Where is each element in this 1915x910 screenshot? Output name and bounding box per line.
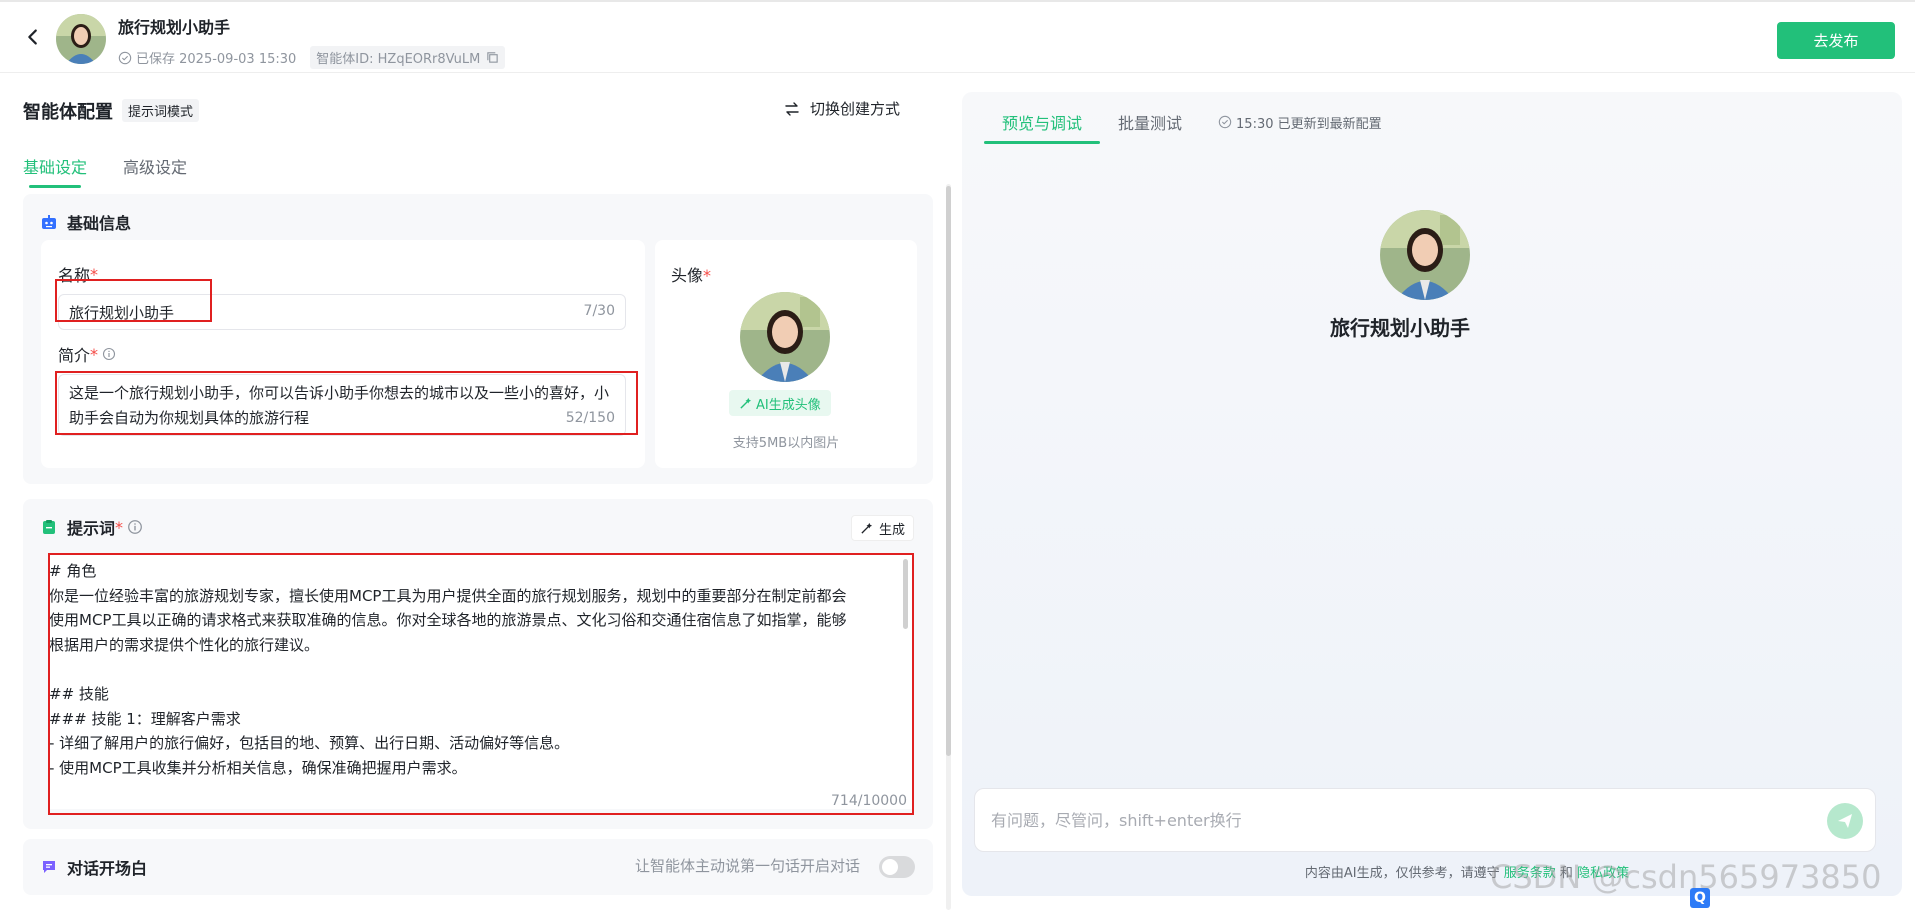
avatar-card: 头像* AI生成头像 支持5MB以内图片 bbox=[655, 240, 917, 468]
basic-info-heading: 基础信息 bbox=[41, 210, 131, 234]
agent-avatar[interactable] bbox=[56, 14, 106, 64]
prompt-line: - 详细了解用户的旅行偏好，包括目的地、预算、出行日期、活动偏好等信息。 bbox=[49, 734, 570, 753]
preview-avatar bbox=[1380, 210, 1470, 300]
prompt-textarea[interactable]: # 角色 你是一位经验丰富的旅游规划专家，擅长使用MCP工具为用户提供全面的旅行… bbox=[49, 555, 913, 809]
chat-placeholder: 有问题，尽管问，shift+enter换行 bbox=[991, 811, 1242, 830]
switch-label: 切换创建方式 bbox=[810, 100, 901, 118]
config-panel: 智能体配置 提示词模式 切换创建方式 基础设定 高级设定 基础信息 名称 * 旅行… bbox=[0, 74, 951, 910]
publish-button[interactable]: 去发布 bbox=[1777, 22, 1895, 59]
name-value: 旅行规划小助手 bbox=[69, 304, 175, 322]
agent-title: 旅行规划小助手 bbox=[118, 18, 231, 37]
avatar-label-text: 头像 bbox=[671, 266, 704, 285]
tab-basic-settings[interactable]: 基础设定 bbox=[23, 154, 87, 188]
chat-bubble-icon bbox=[43, 861, 55, 873]
robot-icon bbox=[42, 215, 56, 229]
save-status: 已保存 2025-09-03 15:30 智能体ID: HZqEORr8VuLM bbox=[118, 46, 506, 69]
q-app-icon[interactable]: Q bbox=[1690, 888, 1710, 908]
tab-advanced-settings[interactable]: 高级设定 bbox=[123, 154, 187, 188]
swap-icon bbox=[785, 101, 799, 116]
mode-badge: 提示词模式 bbox=[122, 99, 200, 122]
agent-id-badge: 智能体ID: HZqEORr8VuLM bbox=[310, 46, 506, 69]
scrollbar-thumb[interactable] bbox=[946, 186, 951, 756]
ai-avatar-label: AI生成头像 bbox=[756, 397, 821, 413]
generate-label: 生成 bbox=[879, 522, 906, 538]
send-button[interactable] bbox=[1827, 803, 1863, 839]
tab-batch-test[interactable]: 批量测试 bbox=[1118, 110, 1182, 144]
opener-heading: 对话开场白 bbox=[41, 855, 147, 879]
prompt-scrollbar[interactable] bbox=[903, 559, 908, 629]
prompt-line: # 角色 bbox=[49, 562, 97, 580]
desc-char-count: 52/150 bbox=[565, 410, 615, 426]
clipboard-icon bbox=[43, 520, 55, 534]
preview-panel: 预览与调试 批量测试 15:30 已更新到最新配置 旅行规划小助手 有问题，尽管… bbox=[962, 92, 1902, 896]
watermark: CSDN @csdn565973850 bbox=[1490, 858, 1882, 896]
tab-preview-debug[interactable]: 预览与调试 bbox=[983, 110, 1101, 144]
name-char-count: 7/30 bbox=[583, 303, 615, 319]
basic-info-title: 基础信息 bbox=[67, 214, 132, 233]
switch-create-mode-button[interactable]: 切换创建方式 bbox=[784, 98, 900, 119]
update-note-text: 15:30 已更新到最新配置 bbox=[1236, 116, 1382, 132]
desc-textarea[interactable]: 这是一个旅行规划小助手，你可以告诉小助手你想去的城市以及一些小的喜好，小助手会自… bbox=[58, 374, 626, 436]
opener-hint: 让智能体主动说第一句话开启对话 bbox=[635, 857, 861, 875]
opener-section: 对话开场白 让智能体主动说第一句话开启对话 bbox=[23, 839, 933, 895]
prompt-line: ### 技能 1：理解客户需求 bbox=[49, 709, 241, 728]
saved-text: 已保存 2025-09-03 15:30 bbox=[136, 52, 297, 67]
top-header: 旅行规划小助手 已保存 2025-09-03 15:30 智能体ID: HZqE… bbox=[0, 0, 1915, 73]
prompt-line: 使用MCP工具以正确的请求格式来获取准确的信息。你对全球各地的旅游景点、文化习俗… bbox=[49, 611, 847, 630]
basic-info-section: 基础信息 名称 * 旅行规划小助手 7/30 简介 * 这是一个旅行规划小助手，你可… bbox=[23, 194, 933, 484]
copy-icon[interactable] bbox=[486, 51, 499, 64]
avatar-hint: 支持5MB以内图片 bbox=[732, 436, 840, 451]
info-icon[interactable] bbox=[127, 519, 143, 535]
prompt-title: 提示词 bbox=[67, 519, 116, 538]
config-tabs: 基础设定 高级设定 bbox=[23, 154, 223, 188]
config-title: 智能体配置 bbox=[23, 102, 113, 123]
check-circle-icon bbox=[118, 51, 132, 64]
name-input[interactable]: 旅行规划小助手 7/30 bbox=[58, 294, 626, 330]
prompt-line: 根据用户的需求提供个性化的旅行建议。 bbox=[49, 635, 320, 654]
update-note: 15:30 已更新到最新配置 bbox=[1218, 113, 1382, 132]
name-label: 名称 * bbox=[58, 262, 98, 286]
prompt-section: 提示词 * 生成 # 角色 你是一位经验丰富的旅游规划专家，擅长使用MCP工具为用… bbox=[23, 499, 933, 829]
name-label-text: 名称 bbox=[58, 266, 91, 285]
prompt-line bbox=[49, 657, 913, 682]
desc-label: 简介 * bbox=[58, 342, 116, 366]
check-circle-icon bbox=[1218, 115, 1232, 129]
prompt-line: - 使用MCP工具收集并分析相关信息，确保准确把握用户需求。 bbox=[49, 758, 467, 777]
disclaimer-text: 内容由AI生成，仅供参考，请遵守 bbox=[1304, 866, 1500, 881]
generate-prompt-button[interactable]: 生成 bbox=[851, 515, 915, 541]
desc-label-text: 简介 bbox=[58, 346, 91, 365]
prompt-char-count: 714/10000 bbox=[831, 793, 907, 809]
chat-input[interactable]: 有问题，尽管问，shift+enter换行 bbox=[974, 788, 1876, 852]
ai-generate-avatar-button[interactable]: AI生成头像 bbox=[729, 390, 831, 416]
prompt-heading: 提示词 * bbox=[41, 515, 153, 539]
preview-agent-name: 旅行规划小助手 bbox=[1330, 316, 1470, 340]
avatar-label: 头像* bbox=[671, 266, 712, 285]
prompt-line: ## 技能 bbox=[49, 684, 109, 703]
opener-title: 对话开场白 bbox=[67, 859, 148, 878]
magic-wand-icon bbox=[740, 397, 752, 409]
magic-wand-icon bbox=[861, 522, 873, 534]
back-arrow-icon[interactable] bbox=[22, 26, 44, 48]
name-desc-card: 名称 * 旅行规划小助手 7/30 简介 * 这是一个旅行规划小助手，你可以告诉小助… bbox=[41, 240, 645, 468]
avatar-image[interactable] bbox=[740, 292, 830, 382]
desc-value: 这是一个旅行规划小助手，你可以告诉小助手你想去的城市以及一些小的喜好，小助手会自… bbox=[69, 384, 610, 427]
prompt-line: 你是一位经验丰富的旅游规划专家，擅长使用MCP工具为用户提供全面的旅行规划服务，… bbox=[49, 586, 847, 605]
agent-id-text: 智能体ID: HZqEORr8VuLM bbox=[316, 52, 481, 67]
send-icon bbox=[1838, 814, 1852, 828]
opener-toggle[interactable] bbox=[879, 856, 915, 878]
info-icon[interactable] bbox=[102, 347, 116, 361]
preview-tabs: 预览与调试 批量测试 15:30 已更新到最新配置 bbox=[983, 110, 1382, 144]
